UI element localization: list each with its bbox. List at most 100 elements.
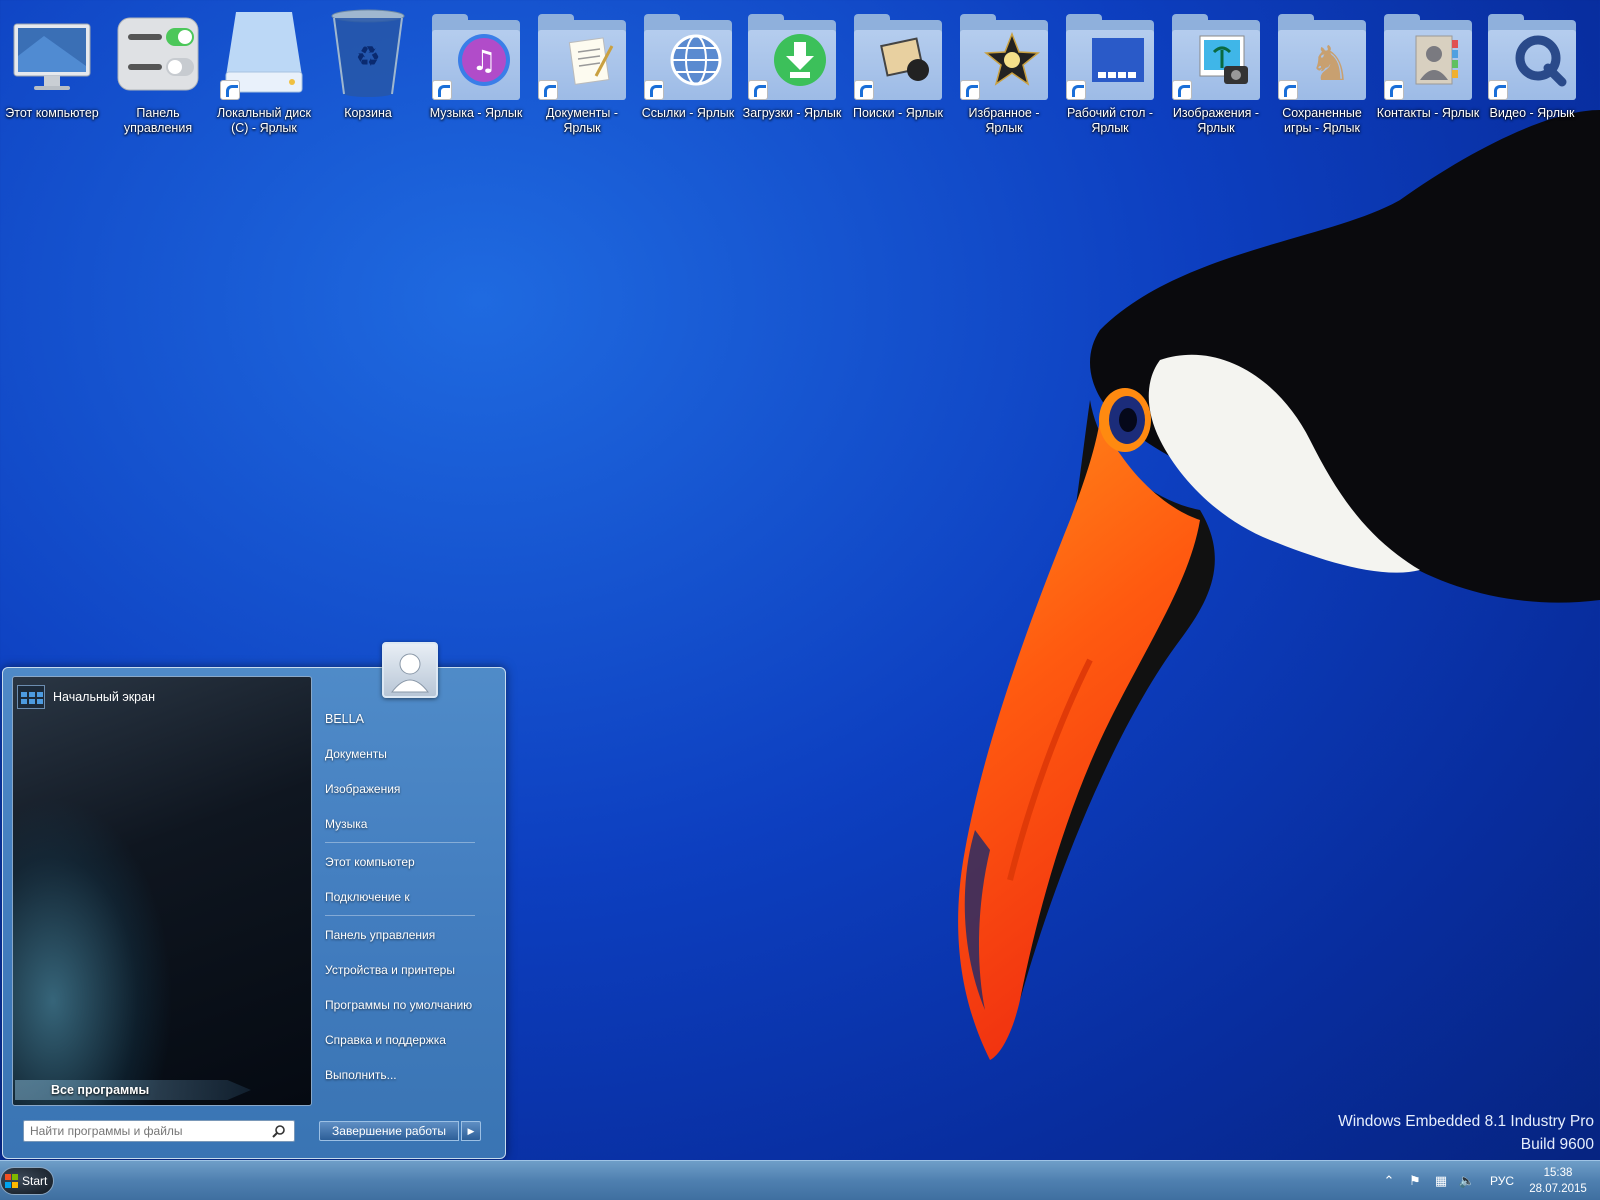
favorites-folder-icon bbox=[984, 32, 1040, 86]
input-language-indicator[interactable]: РУС bbox=[1490, 1174, 1514, 1188]
shortcut-arrow-icon bbox=[854, 80, 874, 100]
desktop-icon-label: Музыка - Ярлык bbox=[429, 106, 523, 120]
start-screen-item[interactable]: Начальный экран bbox=[17, 683, 155, 711]
places-item-run[interactable]: Выполнить... bbox=[325, 1068, 397, 1082]
start-button[interactable]: Start bbox=[0, 1167, 54, 1195]
desktop-icon-contacts[interactable]: Контакты - Ярлык bbox=[1376, 6, 1480, 142]
control-panel-icon bbox=[117, 17, 199, 91]
all-programs-button[interactable]: Все программы bbox=[15, 1080, 251, 1100]
user-avatar[interactable] bbox=[382, 642, 438, 698]
shortcut-arrow-icon bbox=[220, 80, 240, 100]
svg-text:♞: ♞ bbox=[1308, 36, 1351, 88]
os-watermark: Windows Embedded 8.1 Industry Pro Build … bbox=[1338, 1110, 1594, 1156]
watermark-build: Build 9600 bbox=[1520, 1136, 1594, 1153]
start-screen-icon bbox=[17, 685, 45, 709]
shortcut-arrow-icon bbox=[960, 80, 980, 100]
shortcut-arrow-icon bbox=[1172, 80, 1192, 100]
places-item-help-support[interactable]: Справка и поддержка bbox=[325, 1033, 446, 1047]
desktop-icon-label: Документы - Ярлык bbox=[545, 106, 619, 135]
places-separator bbox=[325, 842, 475, 843]
desktop-icon-this-pc[interactable]: Этот компьютер bbox=[0, 6, 104, 142]
desktop-icon-label: Ссылки - Ярлык bbox=[641, 106, 735, 120]
desktop-icon-label: Рабочий стол - Ярлык bbox=[1066, 106, 1154, 135]
shutdown-options-button[interactable]: ▶ bbox=[461, 1121, 481, 1141]
shortcut-arrow-icon bbox=[748, 80, 768, 100]
shortcut-arrow-icon bbox=[1066, 80, 1086, 100]
monitor-icon bbox=[13, 23, 91, 90]
places-item-pictures[interactable]: Изображения bbox=[325, 782, 400, 796]
svg-text:♻: ♻ bbox=[355, 40, 380, 73]
start-search-input[interactable] bbox=[30, 1124, 266, 1138]
desktop-icon-searches[interactable]: Поиски - Ярлык bbox=[846, 6, 950, 142]
taskbar: Start ⌃ ⚑ ▦ 🔈 РУС 15:38 28.07.2015 bbox=[0, 1160, 1600, 1200]
desktop-icon-label: Контакты - Ярлык bbox=[1376, 106, 1480, 120]
desktop-icon-music[interactable]: ♫ Музыка - Ярлык bbox=[424, 6, 528, 142]
start-menu-programs-pane: Начальный экран bbox=[12, 676, 312, 1106]
desktop-icon-links[interactable]: Ссылки - Ярлык bbox=[636, 6, 740, 142]
places-item-devices-printers[interactable]: Устройства и принтеры bbox=[325, 963, 455, 977]
chevron-right-icon: ▶ bbox=[467, 1125, 475, 1136]
desktop-icon-label: Избранное - Ярлык bbox=[968, 106, 1040, 135]
recycle-bin-icon: ♻ bbox=[331, 9, 405, 97]
links-folder-icon bbox=[670, 34, 722, 86]
desktop-icon-control-panel[interactable]: Панель управления bbox=[106, 6, 210, 142]
pictures-folder-icon bbox=[1199, 35, 1248, 84]
system-tray: ⌃ ⚑ ▦ 🔈 РУС 15:38 28.07.2015 bbox=[1376, 1161, 1600, 1200]
desktop-icon-label: Панель управления bbox=[123, 106, 193, 135]
network-icon[interactable]: ▦ bbox=[1431, 1171, 1451, 1191]
saved-games-folder-icon: ♞ bbox=[1308, 36, 1351, 88]
start-menu: Начальный экран Все программы BELLA Доку… bbox=[2, 642, 506, 1159]
videos-folder-icon bbox=[1515, 35, 1567, 87]
desktop-icon-recycle-bin[interactable]: ♻ Корзина bbox=[316, 6, 420, 142]
desktop-folder-icon bbox=[1092, 38, 1144, 82]
desktop-icon-label: Локальный диск (C) - Ярлык bbox=[217, 106, 311, 135]
desktop-icon-area: Этот компьютер Панель управления Локальн… bbox=[0, 6, 1600, 146]
desktop-icon-pictures[interactable]: Изображения - Ярлык bbox=[1164, 6, 1268, 142]
action-center-flag-icon[interactable]: ⚑ bbox=[1405, 1171, 1425, 1191]
places-item-music[interactable]: Музыка bbox=[325, 817, 367, 831]
places-item-default-programs[interactable]: Программы по умолчанию bbox=[325, 998, 472, 1012]
desktop-icon-videos[interactable]: Видео - Ярлык bbox=[1480, 6, 1584, 142]
start-button-label: Start bbox=[22, 1174, 48, 1188]
desktop-icon-desktop[interactable]: Рабочий стол - Ярлык bbox=[1058, 6, 1162, 142]
clock-time: 15:38 bbox=[1543, 1167, 1573, 1179]
places-item-documents[interactable]: Документы bbox=[325, 747, 387, 761]
taskbar-clock[interactable]: 15:38 28.07.2015 bbox=[1526, 1165, 1590, 1197]
desktop-icon-label: Сохраненные игры - Ярлык bbox=[1282, 106, 1362, 135]
desktop-icon-favorites[interactable]: Избранное - Ярлык bbox=[952, 6, 1056, 142]
desktop-icon-label: Этот компьютер bbox=[5, 106, 99, 120]
music-folder-icon: ♫ bbox=[458, 34, 510, 86]
desktop-icon-local-disk[interactable]: Локальный диск (C) - Ярлык bbox=[212, 6, 316, 142]
desktop-icon-downloads[interactable]: Загрузки - Ярлык bbox=[740, 6, 844, 142]
windows-logo-icon bbox=[5, 1174, 19, 1188]
places-separator bbox=[325, 915, 475, 916]
user-silhouette-icon bbox=[390, 653, 430, 693]
shortcut-arrow-icon bbox=[538, 80, 558, 100]
watermark-edition: Windows Embedded 8.1 Industry Pro bbox=[1338, 1113, 1594, 1130]
desktop-icon-documents[interactable]: Документы - Ярлык bbox=[530, 6, 634, 142]
shortcut-arrow-icon bbox=[1488, 80, 1508, 100]
svg-text:♫: ♫ bbox=[471, 44, 496, 77]
start-screen-label: Начальный экран bbox=[53, 690, 155, 704]
show-hidden-icons-icon[interactable]: ⌃ bbox=[1379, 1171, 1399, 1191]
places-item-control-panel[interactable]: Панель управления bbox=[325, 928, 435, 942]
volume-icon[interactable]: 🔈 bbox=[1457, 1171, 1477, 1191]
desktop-icon-label: Видео - Ярлык bbox=[1489, 106, 1575, 120]
desktop-icon-label: Корзина bbox=[344, 106, 392, 120]
shortcut-arrow-icon bbox=[1384, 80, 1404, 100]
user-name-link[interactable]: BELLA bbox=[325, 712, 364, 726]
desktop-icon-label: Загрузки - Ярлык bbox=[742, 106, 842, 120]
places-item-connect-to[interactable]: Подключение к bbox=[325, 890, 410, 904]
places-item-this-pc[interactable]: Этот компьютер bbox=[325, 855, 415, 869]
shutdown-button[interactable]: Завершение работы bbox=[319, 1121, 459, 1141]
documents-folder-icon bbox=[568, 37, 614, 85]
shortcut-arrow-icon bbox=[432, 80, 452, 100]
search-icon bbox=[272, 1125, 285, 1138]
clock-date: 28.07.2015 bbox=[1529, 1183, 1587, 1195]
start-search-box[interactable] bbox=[23, 1120, 295, 1142]
downloads-folder-icon bbox=[774, 34, 826, 86]
desktop-icon-saved-games[interactable]: ♞ Сохраненные игры - Ярлык bbox=[1270, 6, 1374, 142]
shortcut-arrow-icon bbox=[1278, 80, 1298, 100]
desktop-icon-label: Изображения - Ярлык bbox=[1172, 106, 1260, 135]
shortcut-arrow-icon bbox=[644, 80, 664, 100]
